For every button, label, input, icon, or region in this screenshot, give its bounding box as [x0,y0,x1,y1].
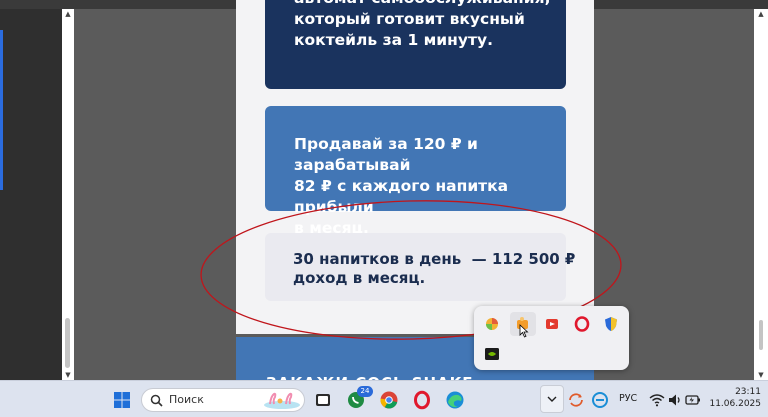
chrome-icon[interactable] [379,390,399,410]
wifi-icon[interactable] [649,392,665,408]
windows-start-icon[interactable] [112,390,132,410]
clock-date: 11.06.2025 [709,399,761,409]
whatsapp-badge: 24 [357,386,373,397]
language-indicator[interactable]: РУС [619,393,637,404]
show-hidden-icons-button[interactable] [540,385,564,413]
volume-icon[interactable] [667,392,683,408]
search-highlight-flamingo-icon [264,392,300,409]
task-view-icon[interactable] [313,390,333,410]
chevron-down-icon [547,396,557,402]
tray-overflow-popup [474,306,629,370]
opera-icon[interactable] [412,390,432,410]
shield-icon[interactable] [603,316,619,332]
clock-time: 23:11 [735,387,761,397]
sync-icon[interactable] [567,391,585,409]
search-placeholder: Поиск [169,393,204,406]
battery-icon[interactable] [685,392,701,408]
search-icon [150,394,163,407]
edge-icon[interactable] [445,390,465,410]
red-ellipse-annotation [200,200,622,340]
system-clock[interactable]: 23:11 11.06.2025 [705,386,761,410]
taskbar-search-box[interactable]: Поиск [141,388,305,412]
opera-tray-icon[interactable] [574,316,590,332]
mouse-cursor-icon [519,324,529,338]
edge-tray-icon[interactable] [591,391,609,409]
colorful-ball-icon[interactable] [484,316,500,332]
nvidia-icon[interactable] [484,346,500,362]
red-video-icon[interactable] [544,316,560,332]
